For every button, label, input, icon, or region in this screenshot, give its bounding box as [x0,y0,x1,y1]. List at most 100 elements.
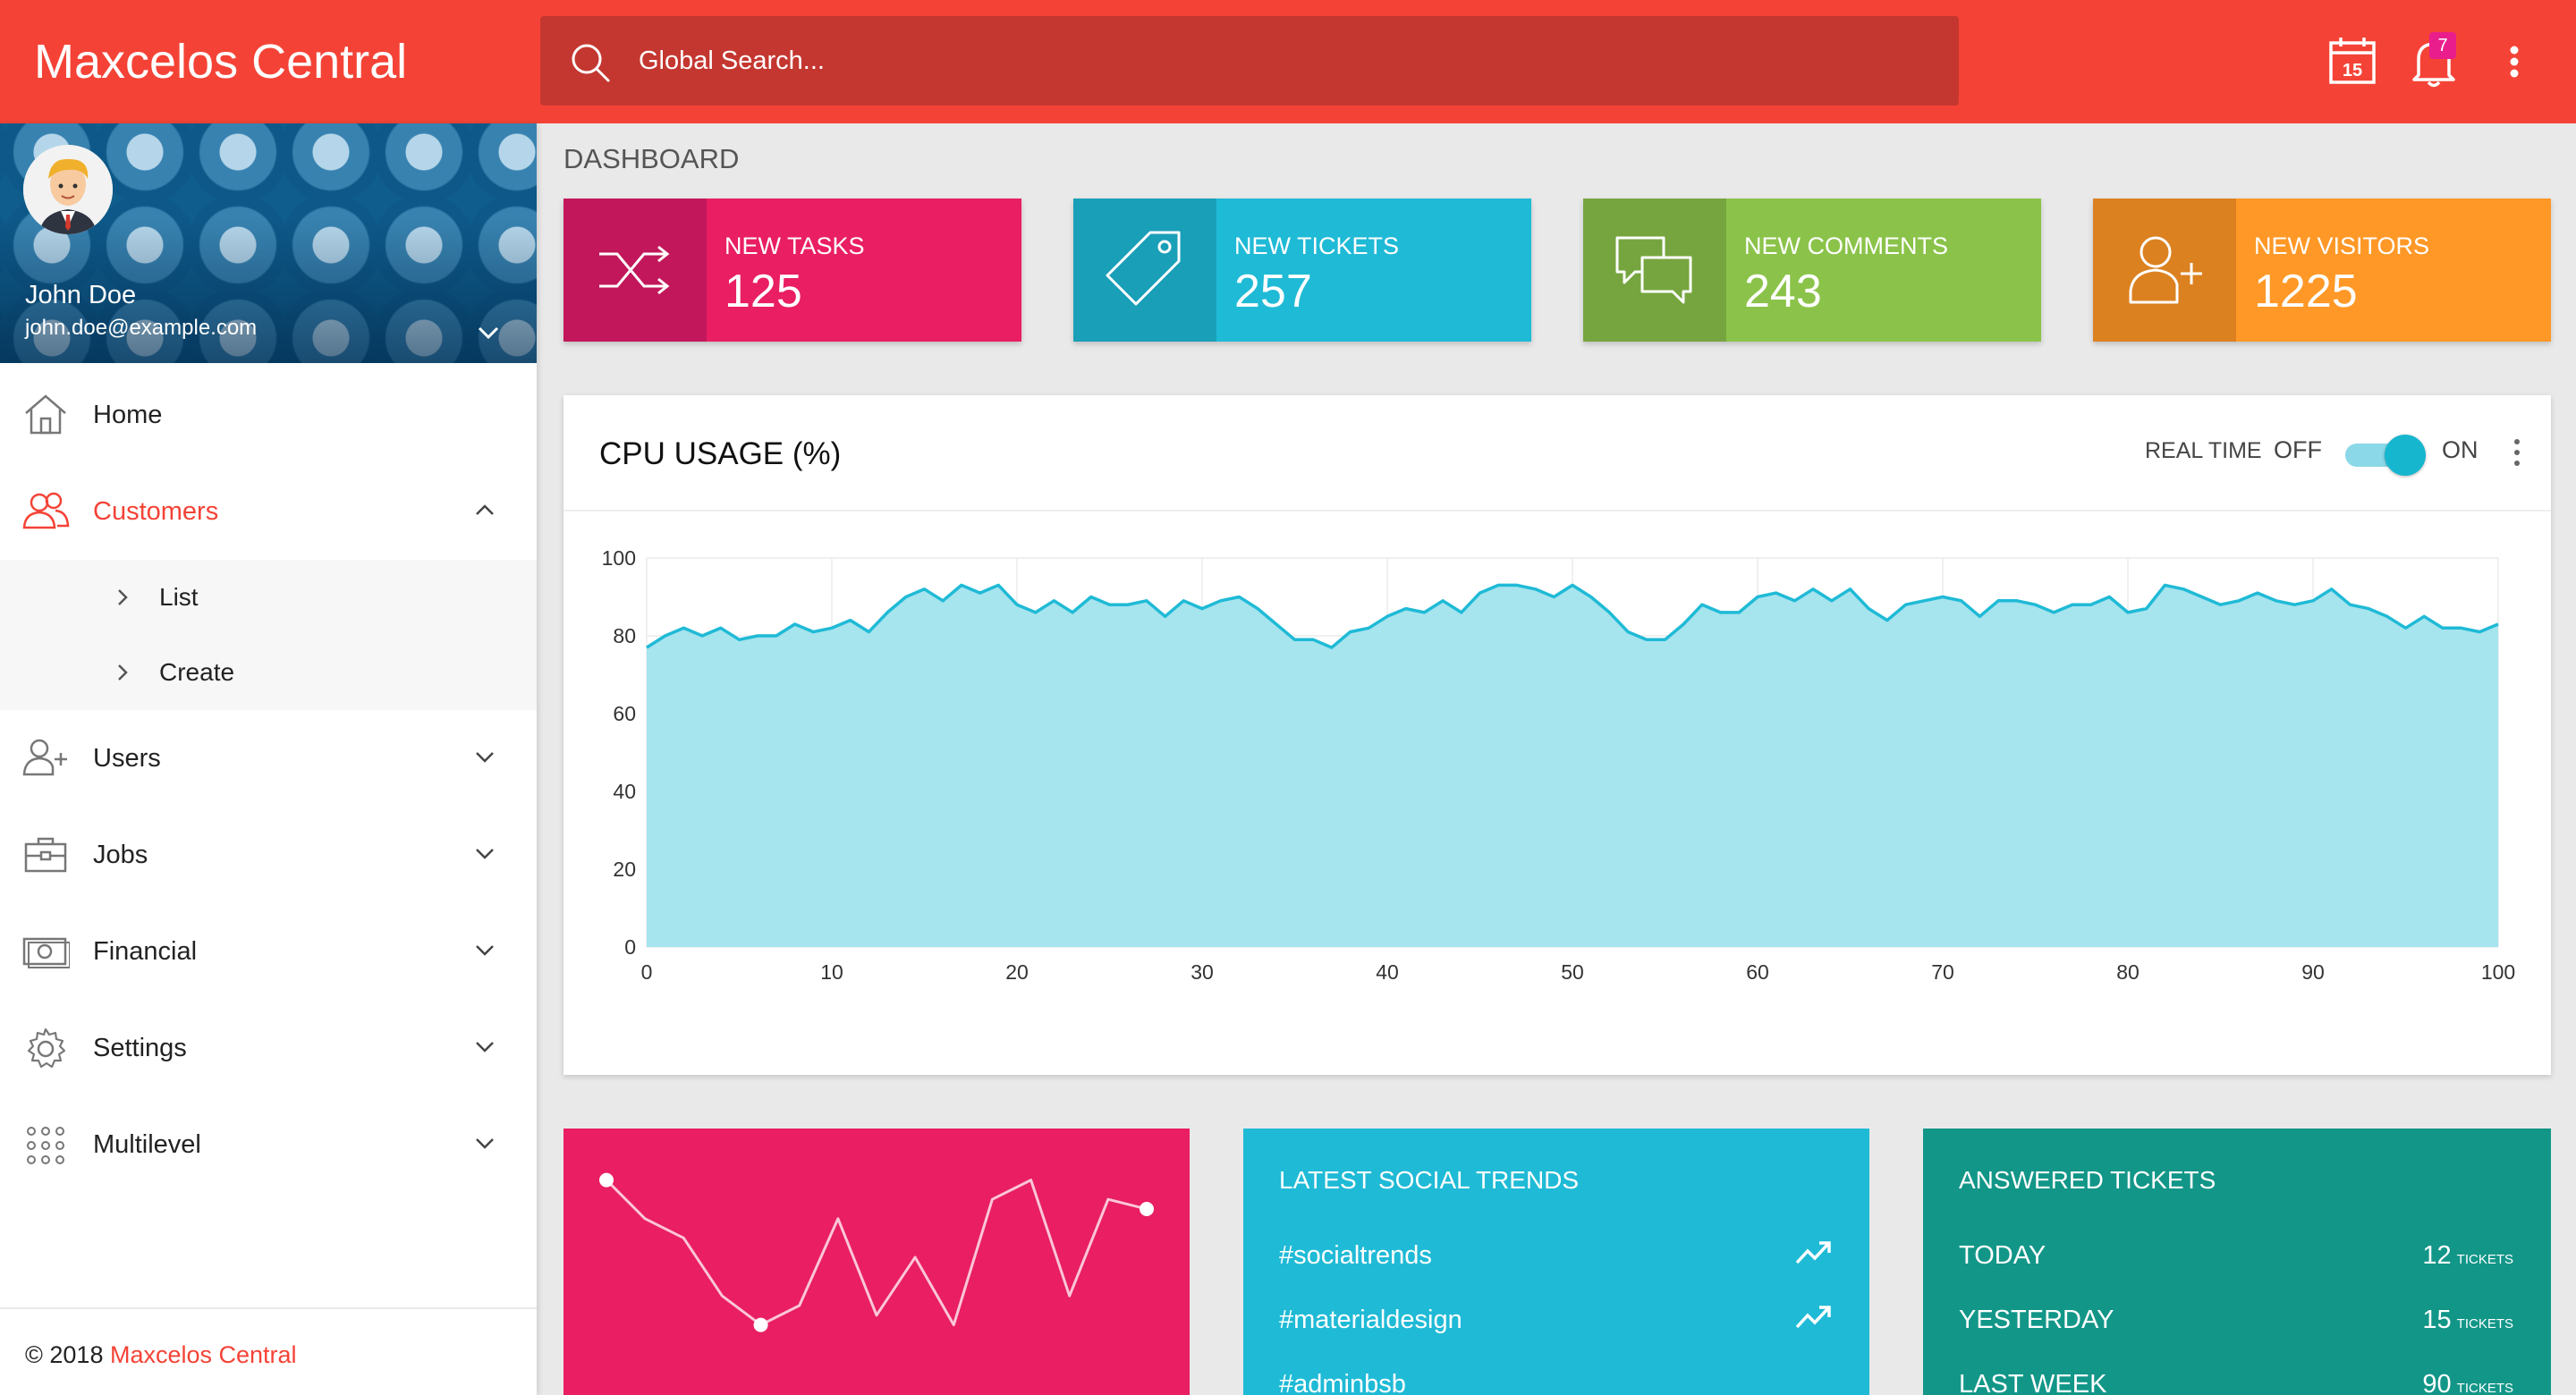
grid-dots-icon [27,1127,64,1164]
toggle-off-label: OFF [2274,436,2322,463]
info-box-label: NEW TICKETS [1234,232,1400,259]
tickets-count: 90 TICKETS [2422,1370,2513,1395]
tickets-count-value: 90 [2422,1370,2452,1395]
shuffle-icon [599,245,670,295]
info-box-new-comments[interactable]: NEW COMMENTS 243 [1583,199,2041,342]
sidebar-item-home[interactable]: Home [0,368,537,458]
app-title[interactable]: Maxcelos Central [34,34,407,89]
more-options-button[interactable] [2485,32,2544,91]
cpu-area-fill [647,585,2498,947]
gear-icon [27,1027,66,1069]
sidebar-footer: © 2018 Maxcelos Central [0,1307,537,1395]
sidebar-item-label: Financial [93,937,198,966]
sidebar-item-label: Home [93,401,163,429]
sparkline-point [599,1172,614,1188]
info-box-icon-area [1583,199,1726,342]
tickets-count: 15 TICKETS [2422,1306,2513,1335]
x-tick-label: 10 [820,960,843,984]
sidebar-item-customers[interactable]: Customers [0,465,537,554]
sidebar-item-settings[interactable]: Settings [0,1002,537,1091]
tickets-row: TODAY 12 TICKETS [1959,1232,2513,1286]
submenu-item-list[interactable]: List [0,560,537,635]
submenu-item-create[interactable]: Create [0,635,537,710]
submenu-item-label: List [159,583,199,611]
realtime-label: REAL TIME [2145,438,2262,463]
x-tick-label: 30 [1191,960,1214,984]
y-tick-label: 60 [613,702,636,725]
realtime-toggle[interactable] [2345,435,2426,476]
user-add-icon [2129,236,2202,304]
sidebar-item-users[interactable]: Users [0,712,537,801]
info-box-label: NEW COMMENTS [1744,232,1948,259]
tickets-unit: TICKETS [2456,1252,2513,1267]
y-tick-label: 80 [613,624,636,647]
cpu-usage-chart: 0 20 40 60 80 100 0 10 20 30 40 50 60 70 80 90 100 [602,546,2516,984]
info-box-label: NEW VISITORS [2254,232,2430,259]
home-icon [25,394,66,435]
answered-tickets-card: ANSWERED TICKETS TODAY 12 TICKETS YESTERD… [1923,1129,2551,1395]
sidebar-item-multilevel[interactable]: Multilevel [0,1098,537,1188]
chevron-down-icon [476,1138,494,1149]
x-tick-label: 100 [2481,960,2515,984]
user-info-panel: John Doe john.doe@example.com [0,123,537,363]
page-title: DASHBOARD [564,143,740,174]
user-menu-chevron-icon[interactable] [476,324,501,342]
user-add-icon [22,739,67,776]
more-vertical-icon[interactable] [2510,436,2524,469]
info-box-value: 1225 [2254,266,2358,317]
notification-badge: 7 [2429,32,2456,59]
toggle-thumb [2385,435,2426,476]
card-title: LATEST SOCIAL TRENDS [1279,1166,1580,1194]
submenu-item-label: Create [159,658,235,686]
chevron-down-icon [476,849,494,859]
tickets-row: LAST WEEK 90 TICKETS [1959,1361,2513,1395]
card-title: ANSWERED TICKETS [1959,1166,2216,1194]
toggle-on-label: ON [2442,436,2479,463]
chevron-down-icon [476,1042,494,1053]
trend-label: #socialtrends [1279,1241,1432,1270]
sidebar-item-financial[interactable]: Financial [0,905,537,994]
trend-item[interactable]: #materialdesign [1279,1297,1834,1350]
chevron-up-icon [476,504,494,515]
y-tick-label: 40 [613,780,636,803]
info-box-value: 243 [1744,266,1822,317]
info-box-new-visitors[interactable]: NEW VISITORS 1225 [2093,199,2551,342]
info-box-new-tickets[interactable]: NEW TICKETS 257 [1073,199,1531,342]
calendar-icon: 15 [2329,38,2376,84]
search-input[interactable] [639,38,1891,84]
tickets-count-value: 15 [2422,1306,2452,1334]
avatar[interactable] [23,145,113,234]
trend-item[interactable]: #socialtrends [1279,1232,1834,1286]
sparkline-chart [599,1172,1154,1332]
calendar-day: 15 [2343,61,2362,80]
copyright-text: © 2018 Maxcelos Central [25,1341,297,1369]
x-tick-label: 40 [1376,960,1399,984]
tickets-unit: TICKETS [2456,1316,2513,1332]
sparkline-point [753,1317,768,1332]
calendar-button[interactable]: 15 [2324,32,2383,91]
customers-submenu: List Create [0,560,537,710]
search-icon [572,44,610,82]
chevron-right-icon [118,589,128,605]
sparkline-path [605,1179,1148,1327]
sidebar-item-label: Multilevel [93,1130,201,1159]
sidebar-item-jobs[interactable]: Jobs [0,808,537,898]
info-box-new-tasks[interactable]: NEW TASKS 125 [564,199,1021,342]
tickets-count-value: 12 [2422,1241,2452,1270]
global-search[interactable] [540,16,1959,106]
money-icon [22,937,70,968]
trend-label: #materialdesign [1279,1306,1462,1334]
sparkline-point [1140,1202,1154,1216]
footer-brand-link[interactable]: Maxcelos Central [110,1341,297,1368]
y-tick-label: 100 [602,546,636,570]
info-box-label: NEW TASKS [724,232,865,259]
info-box-icon-area [2093,199,2236,342]
sidebar-item-label: Users [93,744,161,773]
info-box-value: 257 [1234,266,1312,317]
trend-item[interactable]: #adminbsb [1279,1361,1834,1395]
sidebar: John Doe john.doe@example.com Home Custo… [0,123,537,1395]
tag-icon [1106,231,1181,306]
trend-label: #adminbsb [1279,1370,1406,1395]
info-box-icon-area [1073,199,1216,342]
y-tick-label: 20 [613,858,636,881]
